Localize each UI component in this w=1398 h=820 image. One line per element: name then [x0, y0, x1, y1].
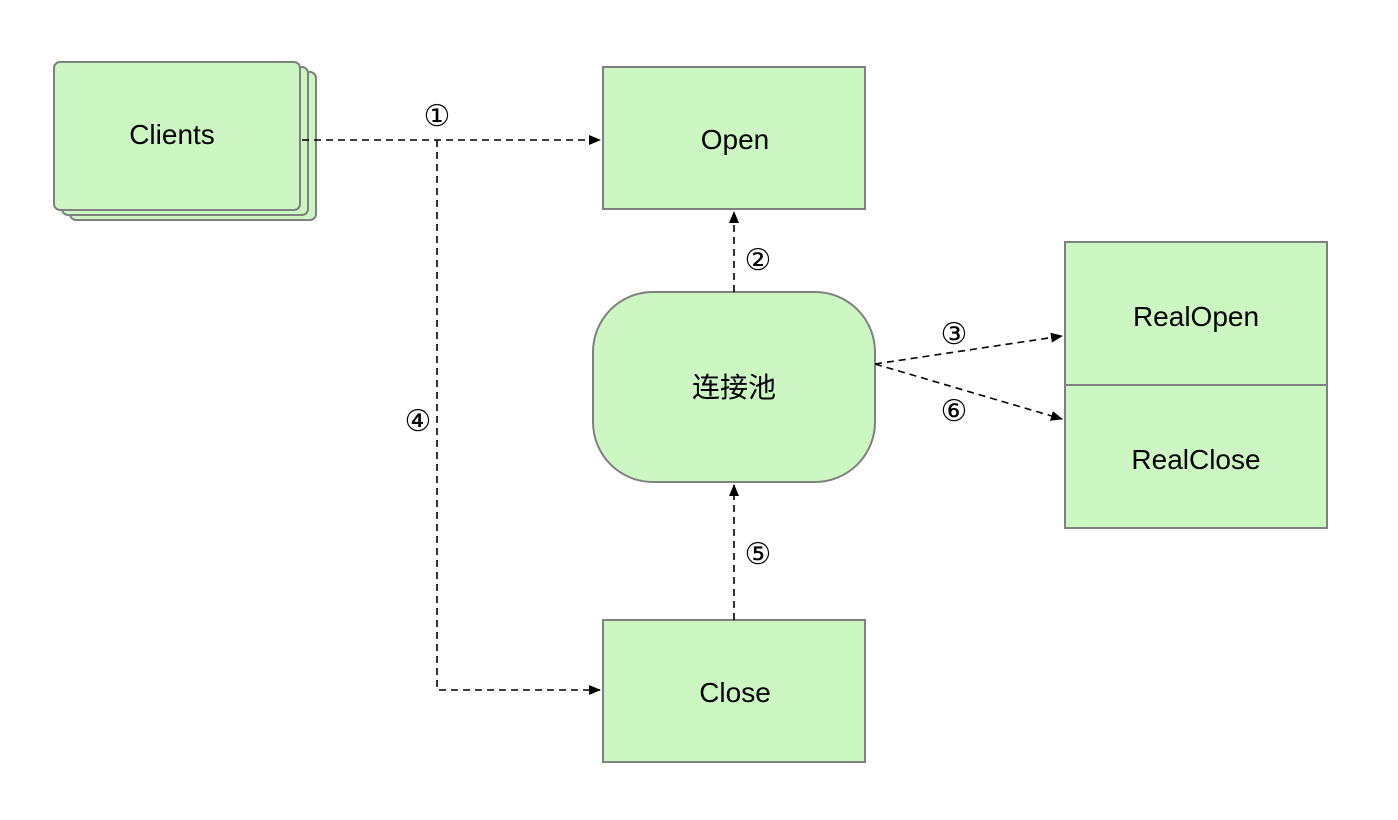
edge-clients-to-close — [436, 140, 601, 695]
real-close-node[interactable]: RealClose — [1064, 384, 1328, 529]
step-3-label: ③ — [941, 317, 968, 352]
close-node[interactable]: Close — [602, 619, 866, 763]
edge-pool-to-realopen — [874, 332, 1063, 365]
clients-node[interactable]: Clients — [53, 61, 317, 221]
step-6-label: ⑥ — [941, 394, 968, 429]
real-open-label: RealOpen — [1133, 301, 1259, 332]
step-2-label: ② — [745, 243, 772, 278]
connection-pool-node[interactable]: 连接池 — [592, 291, 876, 483]
connection-pool-label: 连接池 — [692, 372, 776, 403]
real-open-node[interactable]: RealOpen — [1064, 241, 1328, 386]
edge-pool-to-realclose — [874, 363, 1063, 421]
step-1-label: ① — [424, 99, 451, 134]
real-close-label: RealClose — [1131, 444, 1260, 475]
open-label: Open — [701, 124, 770, 155]
clients-label: Clients — [129, 119, 215, 150]
step-4-label: ④ — [405, 404, 432, 439]
open-node[interactable]: Open — [602, 66, 866, 210]
flow-diagram: Clients Open 连接池 RealOpen RealClose Clos… — [53, 61, 1328, 763]
close-label: Close — [699, 677, 771, 708]
step-5-label: ⑤ — [745, 537, 772, 572]
